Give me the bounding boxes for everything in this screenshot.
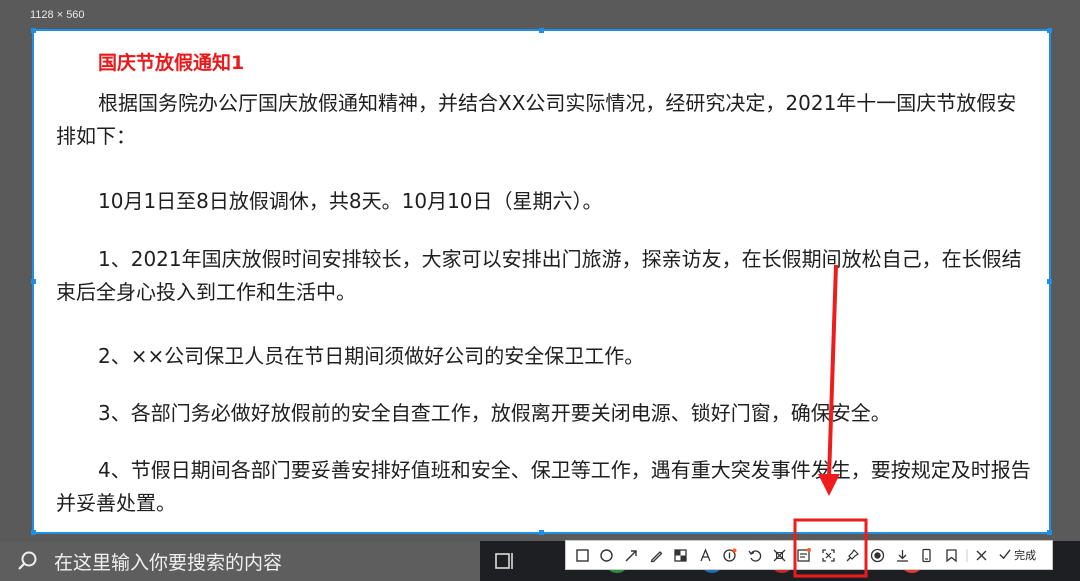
- resize-handle[interactable]: [1047, 28, 1052, 33]
- number-icon[interactable]: [718, 541, 743, 569]
- taskbar-search-placeholder: 在这里输入你要搜索的内容: [54, 551, 283, 574]
- resize-handle[interactable]: [31, 28, 36, 33]
- done-button[interactable]: 完成: [998, 547, 1036, 564]
- pen-icon[interactable]: [644, 541, 669, 569]
- document-paragraph: 4、节假日期间各部门要妥善安排好值班和安全、保卫等工作，遇有重大突发事件发生，要…: [56, 458, 1031, 515]
- document-paragraph: 3、各部门务必做好放假前的安全自查工作，放假离开要关闭电源、锁好门窗，确保安全。: [98, 401, 891, 425]
- document-paragraph: 10月1日至8日放假调休，共8天。10月10日（星期六）。: [98, 189, 603, 213]
- text-icon[interactable]: [693, 541, 718, 569]
- resize-handle[interactable]: [1047, 279, 1052, 284]
- document-paragraph: 2、××公司保卫人员在节日期间须做好公司的安全保卫工作。: [98, 344, 645, 368]
- long-screenshot-icon[interactable]: [767, 541, 792, 569]
- scan-icon[interactable]: [816, 541, 841, 569]
- capture-selection[interactable]: 国庆节放假通知1 根据国务院办公厅国庆放假通知精神，并结合XX公司实际情况，经研…: [31, 28, 1052, 535]
- ellipse-icon[interactable]: [595, 541, 620, 569]
- pin-icon[interactable]: [841, 541, 866, 569]
- resize-handle[interactable]: [539, 28, 544, 33]
- taskbar-search-box[interactable]: 在这里输入你要搜索的内容: [0, 541, 480, 581]
- resize-handle[interactable]: [31, 530, 36, 535]
- arrow-icon[interactable]: [619, 541, 644, 569]
- document-paragraph: 1、2021年国庆放假时间安排较长，大家可以安排出门旅游，探亲访友，在长假期间放…: [56, 247, 1022, 304]
- document-title: 国庆节放假通知1: [98, 52, 245, 74]
- task-view-icon[interactable]: [493, 549, 517, 573]
- capture-size-label: 1128 × 560: [30, 9, 85, 21]
- mosaic-icon[interactable]: [668, 541, 693, 569]
- undo-icon[interactable]: [742, 541, 767, 569]
- rectangle-icon[interactable]: [570, 541, 595, 569]
- ocr-icon[interactable]: [791, 541, 816, 569]
- resize-handle[interactable]: [1047, 530, 1052, 535]
- record-icon[interactable]: [865, 541, 890, 569]
- phone-icon[interactable]: [914, 541, 939, 569]
- done-label: 完成: [1014, 549, 1037, 562]
- resize-handle[interactable]: [539, 530, 544, 535]
- search-icon: [8, 541, 48, 581]
- capture-toolbar: 完成: [565, 540, 1053, 570]
- close-icon[interactable]: [970, 541, 995, 569]
- download-icon[interactable]: [890, 541, 915, 569]
- checkmark-icon: [998, 547, 1012, 564]
- document-paragraph: 根据国务院办公厅国庆放假通知精神，并结合XX公司实际情况，经研究决定，2021年…: [56, 91, 1017, 148]
- resize-handle[interactable]: [31, 279, 36, 284]
- bookmark-icon[interactable]: [939, 541, 964, 569]
